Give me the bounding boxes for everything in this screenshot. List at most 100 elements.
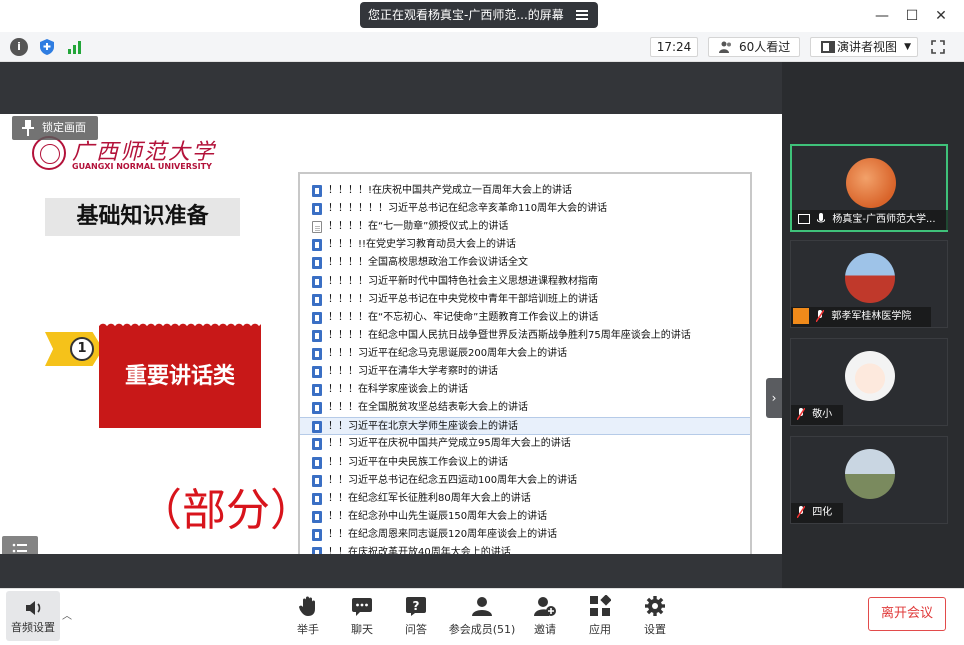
collapse-sidebar-button[interactable]: › — [766, 378, 782, 418]
document-item[interactable]: ！！！！习近平新时代中国特色社会主义思想进课程教材指南 — [300, 273, 750, 291]
chevron-up-icon[interactable]: ︿ — [62, 607, 72, 622]
document-item[interactable]: ！！！！全国高校思想政治工作会议讲话全文 — [300, 254, 750, 272]
chevron-down-icon: ▼ — [904, 42, 911, 52]
document-name: ！！习近平总书记在纪念五四运动100周年大会上的讲话 — [328, 474, 578, 486]
participant-icon — [793, 308, 809, 324]
word-file-icon — [312, 384, 322, 397]
word-file-icon — [312, 293, 322, 306]
word-file-icon — [312, 456, 322, 469]
leave-meeting-button[interactable]: 离开会议 — [868, 597, 946, 631]
document-name: ！！！在科学家座谈会上的讲话 — [328, 384, 468, 396]
title-bar: 您正在观看杨真宝-广西师范...的屏幕 — ☐ ✕ — [0, 0, 964, 32]
tool-label: 聊天 — [351, 623, 373, 636]
chat-button[interactable]: 聊天 — [344, 595, 380, 641]
tile-label: 四化 — [791, 503, 843, 523]
invite-button[interactable]: 邀请 — [527, 595, 563, 641]
word-file-icon — [312, 510, 322, 523]
document-name: ！！习近平在庆祝中国共产党成立95周年大会上的讲话 — [328, 438, 571, 450]
document-item[interactable]: ！！！在全国脱贫攻坚总结表彰大会上的讲话 — [300, 399, 750, 417]
video-tile[interactable]: 郭孝军桂林医学院 — [790, 240, 948, 328]
avatar — [846, 158, 896, 208]
document-item[interactable]: ！！在庆祝改革开放40周年大会上的讲话 — [300, 544, 750, 554]
word-file-icon — [312, 311, 322, 324]
document-item[interactable]: ！！！在科学家座谈会上的讲话 — [300, 381, 750, 399]
tile-label: 郭孝军桂林医学院 — [791, 307, 931, 327]
lock-screen-button[interactable]: 锁定画面 — [12, 116, 98, 140]
document-item[interactable]: ！！在纪念周恩来同志诞辰120周年座谈会上的讲话 — [300, 526, 750, 544]
participants-button[interactable]: 参会成员(51) — [444, 595, 520, 641]
document-item[interactable]: ！！！！习近平总书记在中央党校中青年干部培训班上的讲话 — [300, 291, 750, 309]
raise-hand-button[interactable]: 举手 — [290, 595, 326, 641]
video-tile[interactable]: 敬小 — [790, 338, 948, 426]
document-item[interactable]: ！！习近平在庆祝中国共产党成立95周年大会上的讲话 — [300, 435, 750, 453]
presenter-view-dropdown[interactable]: 演讲者视图 ▼ — [810, 37, 918, 57]
document-name: ！！！！习近平新时代中国特色社会主义思想进课程教材指南 — [328, 275, 598, 287]
document-name: ！！！！在“不忘初心、牢记使命”主题教育工作会议上的讲话 — [328, 311, 599, 323]
qa-icon: ? — [406, 597, 426, 616]
participant-name: 杨真宝-广西师范大学... — [832, 214, 936, 225]
red-banner: 重要讲话类 — [99, 320, 261, 428]
mic-icon — [817, 213, 826, 223]
apps-button[interactable]: 应用 — [582, 595, 618, 641]
avatar — [845, 351, 895, 401]
list-icon — [12, 543, 27, 553]
minimize-button[interactable]: — — [874, 8, 890, 24]
word-file-icon — [312, 474, 322, 487]
audio-settings-button[interactable]: 音频设置 — [6, 591, 60, 641]
word-file-icon — [312, 492, 322, 505]
word-file-icon — [312, 203, 322, 216]
tool-label: 举手 — [297, 623, 319, 636]
signal-icon[interactable] — [66, 38, 84, 56]
list-toggle-button[interactable] — [2, 536, 38, 554]
avatar — [845, 449, 895, 499]
text-file-icon — [312, 221, 322, 234]
document-item[interactable]: ！！！！！！习近平总书记在纪念辛亥革命110周年大会的讲话 — [300, 200, 750, 218]
partial-text: （部分） — [138, 485, 314, 536]
document-item[interactable]: ！！在纪念红军长征胜利80周年大会上的讲话 — [300, 490, 750, 508]
tool-label: 参会成员(51) — [448, 623, 516, 636]
viewers-count[interactable]: 60人看过 — [708, 37, 800, 57]
video-tile[interactable]: 四化 — [790, 436, 948, 524]
document-name: ！！！！!在庆祝中国共产党成立一百周年大会上的讲话 — [328, 185, 573, 196]
document-name: ！！！！在“七一勋章”颁授仪式上的讲话 — [328, 221, 509, 233]
document-item[interactable]: ！！！！在纪念中国人民抗日战争暨世界反法西斯战争胜利75周年座谈会上的讲话 — [300, 327, 750, 345]
document-item[interactable]: ！！！！在“不忘初心、牢记使命”主题教育工作会议上的讲话 — [300, 309, 750, 327]
close-button[interactable]: ✕ — [933, 8, 949, 24]
document-item[interactable]: ！！！习近平在纪念马克思诞辰200周年大会上的讲话 — [300, 345, 750, 363]
layout-icon — [821, 41, 835, 53]
share-banner[interactable]: 您正在观看杨真宝-广西师范...的屏幕 — [360, 2, 598, 28]
settings-button[interactable]: 设置 — [637, 595, 673, 641]
menu-icon[interactable] — [576, 8, 592, 22]
meeting-time: 17:24 — [650, 37, 698, 57]
chat-icon — [352, 598, 372, 616]
document-item[interactable]: ！！习近平在北京大学师生座谈会上的讲话 — [300, 417, 750, 436]
banner-text: 重要讲话类 — [124, 364, 235, 389]
word-file-icon — [312, 275, 322, 288]
document-name: ！！！!!在党史学习教育动员大会上的讲话 — [328, 239, 517, 251]
document-item[interactable]: ！！习近平总书记在纪念五四运动100周年大会上的讲话 — [300, 472, 750, 490]
participants-icon — [472, 597, 492, 616]
document-item[interactable]: ！！！！在“七一勋章”颁授仪式上的讲话 — [300, 218, 750, 236]
qa-button[interactable]: ? 问答 — [398, 595, 434, 641]
document-item[interactable]: ！！习近平在中央民族工作会议上的讲话 — [300, 454, 750, 472]
info-icon[interactable]: i — [10, 38, 28, 56]
document-name: ！！在纪念孙中山先生诞辰150周年大会上的讲话 — [328, 510, 548, 522]
logo-english: GUANGXI NORMAL UNIVERSITY — [72, 162, 212, 171]
viewers-icon — [719, 41, 731, 53]
document-item[interactable]: ！！！习近平在清华大学考察时的讲话 — [300, 363, 750, 381]
mic-muted-icon — [797, 506, 805, 518]
video-tile[interactable]: 杨真宝-广西师范大学... — [790, 144, 948, 232]
shield-icon[interactable] — [38, 38, 56, 56]
document-item[interactable]: ！！！!!在党史学习教育动员大会上的讲话 — [300, 236, 750, 254]
tool-label: 应用 — [589, 623, 611, 636]
invite-icon — [534, 597, 556, 616]
speaker-icon — [26, 601, 41, 615]
word-file-icon — [312, 402, 322, 415]
document-name: ！！！在全国脱贫攻坚总结表彰大会上的讲话 — [328, 402, 528, 414]
document-item[interactable]: ！！在纪念孙中山先生诞辰150周年大会上的讲话 — [300, 508, 750, 526]
document-item[interactable]: ！！！！!在庆祝中国共产党成立一百周年大会上的讲话 — [300, 182, 750, 200]
document-name: ！！！习近平在纪念马克思诞辰200周年大会上的讲话 — [328, 347, 568, 359]
fullscreen-icon[interactable] — [931, 40, 945, 54]
maximize-button[interactable]: ☐ — [904, 8, 920, 24]
share-banner-text: 您正在观看杨真宝-广西师范...的屏幕 — [368, 8, 564, 22]
